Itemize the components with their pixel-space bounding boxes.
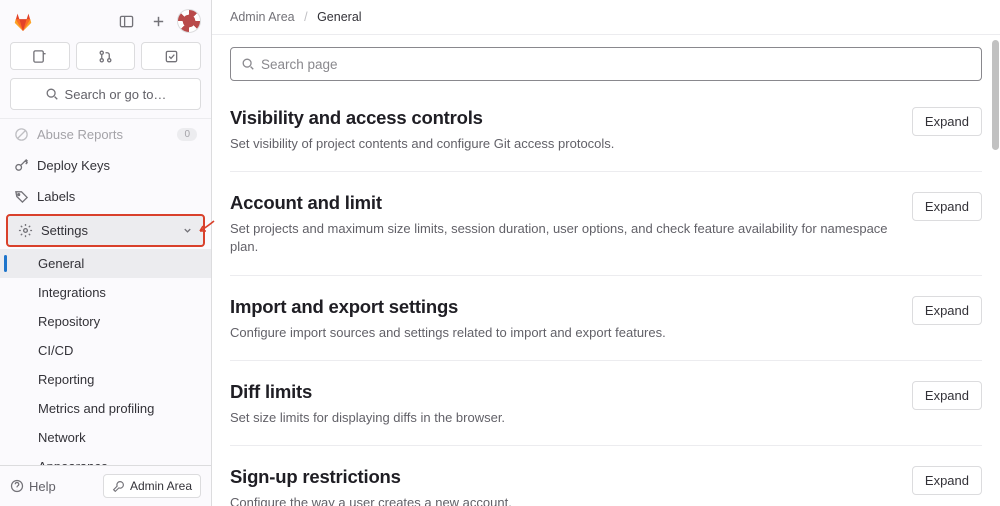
section-desc: Set size limits for displaying diffs in … <box>230 409 896 427</box>
sidebar-sub-metrics[interactable]: Metrics and profiling <box>0 394 211 423</box>
wrench-icon <box>112 480 125 493</box>
help-link[interactable]: Help <box>10 479 56 494</box>
section-visibility: Visibility and access controls Set visib… <box>230 101 982 172</box>
section-desc: Configure the way a user creates a new a… <box>230 494 896 506</box>
sidebar-sub-repository[interactable]: Repository <box>0 307 211 336</box>
section-desc: Set visibility of project contents and c… <box>230 135 896 153</box>
breadcrumb-current: General <box>317 10 361 24</box>
sidebar-sub-reporting[interactable]: Reporting <box>0 365 211 394</box>
sidebar-sub-appearance[interactable]: Appearance <box>0 452 211 465</box>
sidebar-item-labels[interactable]: Labels <box>0 181 211 212</box>
expand-button[interactable]: Expand <box>912 466 982 495</box>
help-icon <box>10 479 24 493</box>
gear-icon <box>18 223 33 238</box>
section-desc: Configure import sources and settings re… <box>230 324 896 342</box>
section-import-export: Import and export settings Configure imp… <box>230 290 982 361</box>
expand-button[interactable]: Expand <box>912 296 982 325</box>
sidebar-item-label: Settings <box>41 223 174 238</box>
sidebar-sub-integrations[interactable]: Integrations <box>0 278 211 307</box>
panel-toggle-icon[interactable] <box>113 8 139 34</box>
section-signup: Sign-up restrictions Configure the way a… <box>230 460 982 506</box>
main-panel: Admin Area / General Visibility and acce… <box>212 0 1000 506</box>
search-label: Search or go to… <box>65 87 167 102</box>
section-diff-limits: Diff limits Set size limits for displayi… <box>230 375 982 446</box>
admin-area-button[interactable]: Admin Area <box>103 474 201 498</box>
sidebar-item-settings[interactable]: Settings <box>6 214 205 247</box>
sidebar-footer: Help Admin Area <box>0 465 211 506</box>
section-title: Account and limit <box>230 192 896 214</box>
chevron-down-icon <box>182 225 193 236</box>
section-title: Sign-up restrictions <box>230 466 896 488</box>
sidebar-sub-network[interactable]: Network <box>0 423 211 452</box>
expand-button[interactable]: Expand <box>912 192 982 221</box>
section-desc: Set projects and maximum size limits, se… <box>230 220 896 256</box>
sidebar-sub-cicd[interactable]: CI/CD <box>0 336 211 365</box>
sidebar-sub-general[interactable]: General <box>0 249 211 278</box>
breadcrumb-separator: / <box>304 10 307 24</box>
user-avatar[interactable] <box>177 9 201 33</box>
page-search[interactable] <box>230 47 982 81</box>
page-search-input[interactable] <box>261 57 971 72</box>
sidebar-item-abuse-reports[interactable]: Abuse Reports 0 <box>0 119 211 150</box>
merge-requests-button[interactable] <box>76 42 136 70</box>
search-icon <box>241 57 255 71</box>
sidebar-item-label: Deploy Keys <box>37 158 197 173</box>
scrollbar[interactable] <box>992 40 999 150</box>
badge: 0 <box>177 128 197 141</box>
gitlab-logo[interactable] <box>10 8 36 34</box>
section-account-limit: Account and limit Set projects and maxim… <box>230 186 982 275</box>
breadcrumb: Admin Area / General <box>212 0 1000 35</box>
breadcrumb-root[interactable]: Admin Area <box>230 10 295 24</box>
content-area: Visibility and access controls Set visib… <box>212 35 1000 506</box>
section-title: Diff limits <box>230 381 896 403</box>
sidebar-quick-actions <box>0 42 211 78</box>
expand-button[interactable]: Expand <box>912 107 982 136</box>
expand-button[interactable]: Expand <box>912 381 982 410</box>
sidebar-item-label: Labels <box>37 189 197 204</box>
section-title: Import and export settings <box>230 296 896 318</box>
sidebar: Search or go to… Abuse Reports 0 Deploy … <box>0 0 212 506</box>
section-title: Visibility and access controls <box>230 107 896 129</box>
todos-button[interactable] <box>141 42 201 70</box>
plus-icon[interactable] <box>145 8 171 34</box>
sidebar-item-label: Abuse Reports <box>37 127 169 142</box>
search-button[interactable]: Search or go to… <box>10 78 201 110</box>
sidebar-item-deploy-keys[interactable]: Deploy Keys <box>0 150 211 181</box>
sidebar-topbar <box>0 0 211 42</box>
sidebar-nav: Abuse Reports 0 Deploy Keys Labels Setti… <box>0 118 211 465</box>
issues-button[interactable] <box>10 42 70 70</box>
